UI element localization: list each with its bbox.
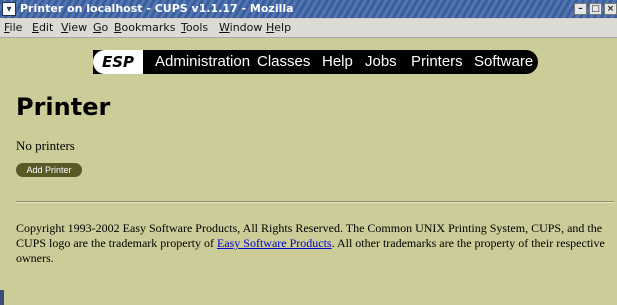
nav-help[interactable]: Help [322, 50, 353, 74]
nav-jobs[interactable]: Jobs [365, 50, 397, 74]
menu-edit[interactable]: Edit [32, 21, 53, 35]
divider [16, 201, 614, 203]
add-printer-button[interactable]: Add Printer [16, 163, 82, 177]
menu-tools[interactable]: Tools [181, 21, 208, 35]
cups-navbar: ESP Administration Classes Help Jobs Pri… [93, 50, 538, 74]
close-icon[interactable]: × [604, 3, 617, 15]
page-title: Printer [16, 93, 111, 121]
window-title: Printer on localhost - CUPS v1.1.17 - Mo… [20, 2, 294, 15]
status-text: No printers [16, 138, 75, 153]
page-content: ESP Administration Classes Help Jobs Pri… [0, 38, 617, 305]
nav-software[interactable]: Software [474, 50, 533, 74]
minimize-icon[interactable]: – [574, 3, 587, 15]
menu-help[interactable]: Help [266, 21, 291, 35]
nav-administration[interactable]: Administration [155, 50, 250, 74]
window-titlebar[interactable]: ▾ Printer on localhost - CUPS v1.1.17 - … [0, 0, 617, 18]
menu-file[interactable]: File [4, 21, 22, 35]
menu-window[interactable]: Window [219, 21, 262, 35]
menubar: File Edit View Go Bookmarks Tools Window… [0, 19, 617, 38]
window-menu-icon[interactable]: ▾ [2, 2, 16, 16]
menu-view[interactable]: View [61, 21, 87, 35]
maximize-icon[interactable]: □ [589, 3, 602, 15]
copyright-footer: Copyright 1993-2002 Easy Software Produc… [16, 221, 614, 266]
nav-printers[interactable]: Printers [411, 50, 463, 74]
nav-classes[interactable]: Classes [257, 50, 310, 74]
menu-go[interactable]: Go [93, 21, 108, 35]
window-edge [0, 290, 4, 305]
esp-logo[interactable]: ESP [93, 50, 143, 74]
easy-software-products-link[interactable]: Easy Software Products [217, 236, 332, 250]
menu-bookmarks[interactable]: Bookmarks [114, 21, 175, 35]
